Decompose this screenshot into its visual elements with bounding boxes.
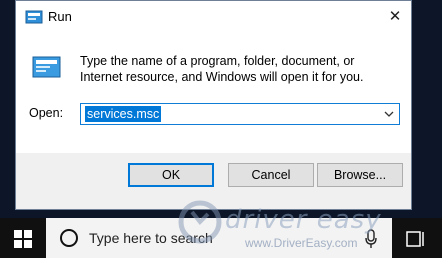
- run-program-icon: [32, 56, 61, 78]
- title-bar[interactable]: Run ✕: [16, 1, 411, 33]
- watermark-logo-icon: [178, 200, 222, 244]
- close-button[interactable]: ✕: [385, 7, 405, 27]
- chevron-down-icon[interactable]: [383, 108, 395, 120]
- open-input[interactable]: services.msc: [80, 103, 400, 125]
- run-dialog: Run ✕ Type the name of a program, folder…: [15, 0, 412, 210]
- close-icon: ✕: [388, 8, 402, 25]
- run-app-icon: [25, 10, 43, 24]
- dialog-title: Run: [48, 9, 72, 24]
- windows-start-icon[interactable]: [14, 230, 32, 248]
- cancel-button[interactable]: Cancel: [228, 163, 314, 187]
- browse-button[interactable]: Browse...: [317, 163, 403, 187]
- open-input-value[interactable]: services.msc: [85, 106, 162, 122]
- open-label: Open:: [29, 106, 64, 120]
- cortana-icon: [60, 229, 78, 247]
- dialog-description: Type the name of a program, folder, docu…: [80, 54, 364, 84]
- dialog-content: Type the name of a program, folder, docu…: [16, 33, 411, 153]
- watermark-brand: driver easy: [225, 205, 382, 235]
- watermark-url: www.DriverEasy.com: [245, 236, 358, 250]
- ok-button[interactable]: OK: [128, 163, 214, 187]
- task-view-icon[interactable]: [406, 230, 426, 248]
